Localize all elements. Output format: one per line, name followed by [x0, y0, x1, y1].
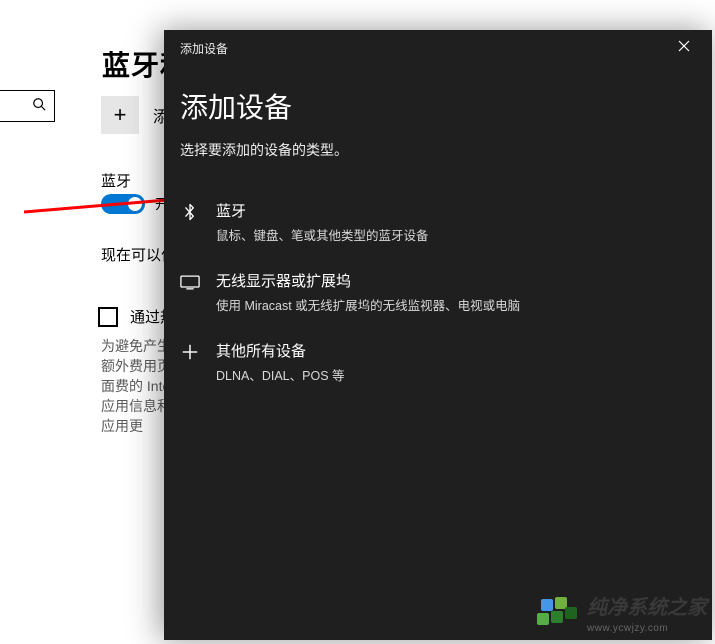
bluetooth-icon [180, 202, 200, 222]
option-everything-else[interactable]: 其他所有设备 DLNA、DIAL、POS 等 [180, 328, 696, 398]
option-desc: DLNA、DIAL、POS 等 [216, 365, 345, 384]
display-icon [180, 272, 200, 292]
option-desc: 使用 Miracast 或无线扩展坞的无线监视器、电视或电脑 [216, 295, 520, 314]
dialog-subtitle: 选择要添加的设备的类型。 [180, 140, 696, 160]
bluetooth-toggle[interactable] [101, 194, 145, 214]
search-icon [32, 97, 46, 116]
plus-icon: + [101, 96, 139, 134]
bluetooth-toggle-row: 开 [101, 194, 169, 214]
bluetooth-section-label: 蓝牙 [101, 170, 131, 191]
option-label: 其他所有设备 [216, 340, 345, 361]
add-device-shortcut[interactable]: + 添 [101, 96, 169, 134]
checkbox-icon [98, 307, 118, 327]
option-wireless-display[interactable]: 无线显示器或扩展坞 使用 Miracast 或无线扩展坞的无线监视器、电视或电脑 [180, 258, 696, 328]
dialog-header: 添加设备 [164, 30, 712, 66]
option-desc: 鼠标、键盘、笔或其他类型的蓝牙设备 [216, 225, 429, 244]
close-icon [678, 39, 690, 57]
close-button[interactable] [670, 34, 698, 62]
dialog-title: 添加设备 [180, 86, 696, 126]
option-label: 蓝牙 [216, 200, 429, 221]
dialog-body: 添加设备 选择要添加的设备的类型。 蓝牙 鼠标、键盘、笔或其他类型的蓝牙设备 [164, 66, 712, 398]
dialog-header-title: 添加设备 [180, 40, 228, 57]
device-type-list: 蓝牙 鼠标、键盘、笔或其他类型的蓝牙设备 无线显示器或扩展坞 使用 Miraca… [180, 188, 696, 398]
plus-icon [180, 342, 200, 362]
option-bluetooth[interactable]: 蓝牙 鼠标、键盘、笔或其他类型的蓝牙设备 [180, 188, 696, 258]
option-label: 无线显示器或扩展坞 [216, 270, 520, 291]
add-device-dialog: 添加设备 添加设备 选择要添加的设备的类型。 蓝牙 [164, 30, 712, 640]
search-input[interactable] [0, 90, 55, 122]
